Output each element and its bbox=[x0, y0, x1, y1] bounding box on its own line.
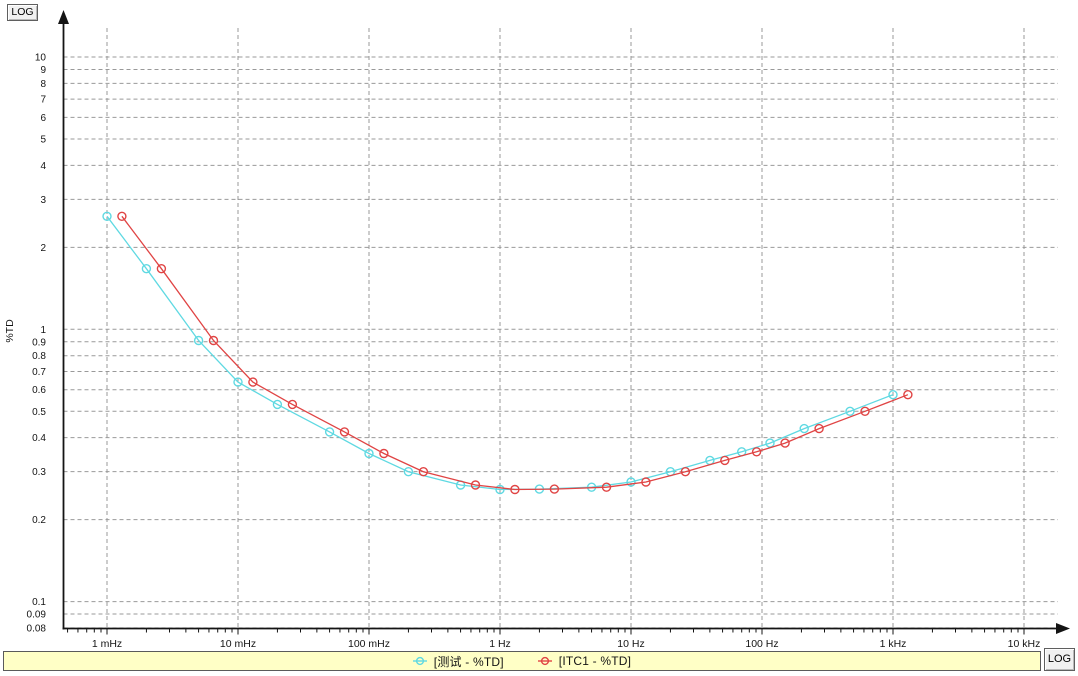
test-series-marker-icon bbox=[413, 656, 427, 666]
chart-canvas: 109 8 7 6 5 4 3 2 10.9 0.8 0.7 0.6 0.5 0.4 0.3 0.2 0.1 0.… bbox=[0, 0, 1078, 648]
svg-text:10 Hz: 10 Hz bbox=[617, 638, 644, 648]
svg-text:7: 7 bbox=[40, 95, 46, 106]
legend-item-itc1-series[interactable]: [ITC1 - %TD] bbox=[538, 654, 631, 668]
svg-text:1: 1 bbox=[40, 325, 46, 336]
svg-text:4: 4 bbox=[40, 161, 46, 172]
svg-text:1 Hz: 1 Hz bbox=[489, 638, 511, 648]
svg-text:0.8: 0.8 bbox=[32, 351, 46, 362]
svg-text:100 mHz: 100 mHz bbox=[348, 638, 390, 648]
svg-text:10 mHz: 10 mHz bbox=[220, 638, 256, 648]
legend-bar: [测试 - %TD] [ITC1 - %TD] bbox=[3, 651, 1041, 671]
svg-text:0.7: 0.7 bbox=[32, 367, 46, 378]
svg-text:0.5: 0.5 bbox=[32, 407, 46, 418]
svg-text:0.08: 0.08 bbox=[27, 623, 47, 634]
svg-text:10 kHz: 10 kHz bbox=[1008, 638, 1041, 648]
legend-item-test-series[interactable]: [测试 - %TD] bbox=[413, 653, 504, 670]
svg-text:2: 2 bbox=[40, 243, 46, 254]
x-axis-arrow-icon bbox=[1056, 623, 1070, 634]
svg-text:1 mHz: 1 mHz bbox=[92, 638, 122, 648]
y-axis-tick-labels: 109 8 7 6 5 4 3 2 10.9 0.8 0.7 0.6 0.5 0.4 0.3 0.2 0.1 0.… bbox=[27, 53, 47, 635]
itc1-series-marker-icon bbox=[538, 656, 552, 666]
svg-text:0.09: 0.09 bbox=[27, 610, 47, 621]
svg-text:3: 3 bbox=[40, 195, 46, 206]
svg-text:10: 10 bbox=[35, 53, 47, 64]
svg-text:0.1: 0.1 bbox=[32, 597, 46, 608]
svg-text:6: 6 bbox=[40, 113, 46, 124]
y-axis-title: %TD bbox=[4, 319, 16, 343]
legend-label-itc1: [ITC1 - %TD] bbox=[559, 654, 631, 668]
svg-text:0.3: 0.3 bbox=[32, 467, 46, 478]
svg-text:0.6: 0.6 bbox=[32, 385, 46, 396]
x-axis-ticks bbox=[68, 629, 1024, 635]
svg-text:9: 9 bbox=[40, 65, 46, 76]
x-axis-log-scale-button[interactable]: LOG bbox=[1044, 648, 1075, 671]
x-axis-tick-labels: 1 mHz 10 mHz 100 mHz 1 Hz 10 Hz 100 Hz 1 kHz 10… bbox=[92, 638, 1041, 648]
svg-text:8: 8 bbox=[40, 79, 46, 90]
gridlines bbox=[64, 28, 1059, 629]
app-window: LOG 109 8 7 6 5 4 3 2 10.9 0.8 0.7 0.6 0.5 0.4 0.3 0.2 0… bbox=[0, 0, 1078, 676]
legend-label-test: [测试 - %TD] bbox=[434, 653, 504, 670]
svg-text:0.2: 0.2 bbox=[32, 515, 46, 526]
svg-text:100 Hz: 100 Hz bbox=[745, 638, 778, 648]
svg-text:5: 5 bbox=[40, 134, 46, 145]
series-itc1 bbox=[118, 212, 912, 493]
svg-text:1 kHz: 1 kHz bbox=[880, 638, 907, 648]
svg-text:0.4: 0.4 bbox=[32, 433, 46, 444]
y-axis-arrow-icon bbox=[58, 10, 69, 24]
svg-text:0.9: 0.9 bbox=[32, 337, 46, 348]
axes bbox=[58, 10, 1070, 634]
